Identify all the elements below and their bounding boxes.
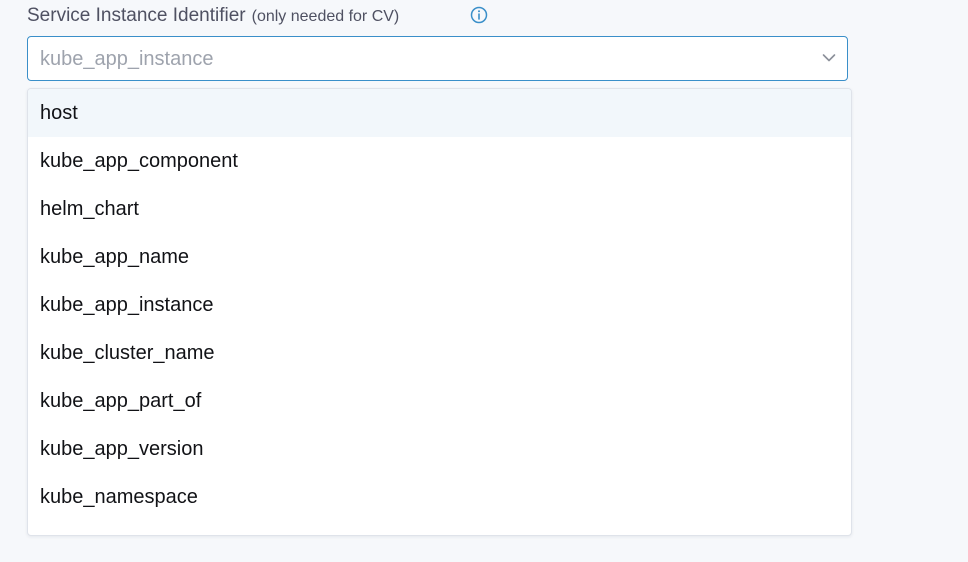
field-label-text: Service Instance Identifier — [27, 5, 246, 26]
service-instance-select[interactable]: kube_app_instance — [27, 36, 848, 81]
field-label-hint: (only needed for CV) — [251, 8, 400, 25]
field-label: Service Instance Identifier (only needed… — [27, 5, 399, 29]
select-current-value: kube_app_instance — [40, 48, 214, 70]
dropdown-option-kube-namespace[interactable]: kube_namespace — [28, 473, 851, 521]
dropdown-option-helm-chart[interactable]: helm_chart — [28, 185, 851, 233]
dropdown-option-kube-app-version[interactable]: kube_app_version — [28, 425, 851, 473]
dropdown-option-kube-cluster-name[interactable]: kube_cluster_name — [28, 329, 851, 377]
dropdown-option-kube-app-instance[interactable]: kube_app_instance — [28, 281, 851, 329]
dropdown-option-kube-app-name[interactable]: kube_app_name — [28, 233, 851, 281]
chevron-down-icon[interactable] — [822, 53, 836, 63]
dropdown-option-kube-app-component[interactable]: kube_app_component — [28, 137, 851, 185]
dropdown-menu: host kube_app_component helm_chart kube_… — [27, 88, 852, 536]
info-icon[interactable] — [470, 6, 488, 24]
dropdown-option-kube-app-part-of[interactable]: kube_app_part_of — [28, 377, 851, 425]
dropdown-option-host[interactable]: host — [28, 89, 851, 137]
